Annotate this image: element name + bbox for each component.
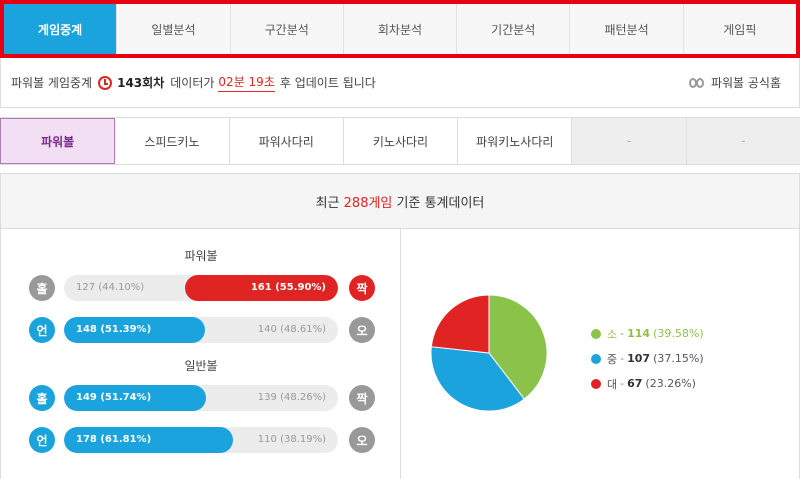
legend-item: 중 -107 (37.15%): [591, 346, 704, 371]
game-tab-1[interactable]: 스피드키노: [115, 118, 230, 164]
game-tab-6: -: [686, 118, 800, 164]
main-nav-frame: 게임중계 일별분석 구간분석 회차분석 기간분석 패턴분석 게임픽: [0, 0, 800, 58]
right-count: 140 (48.61%): [257, 324, 326, 335]
countdown-timer: 02분 19초: [218, 73, 275, 92]
right-badge: 오: [349, 427, 375, 453]
legend-percent: (23.26%): [645, 377, 696, 390]
game-type-tabs: 파워볼 스피드키노 파워사다리 키노사다리 파워키노사다리 - -: [0, 117, 800, 165]
legend-label: 중: [607, 352, 618, 366]
legend-dot-icon: [591, 353, 601, 364]
left-count: 148 (51.39%): [76, 324, 152, 335]
game-tab-0[interactable]: 파워볼: [0, 118, 116, 164]
left-badge: 홀: [29, 275, 55, 301]
legend-count: 114: [627, 327, 651, 340]
legend-item: 소 -114 (39.58%): [591, 321, 704, 346]
clock-icon: [98, 75, 113, 90]
game-tab-5: -: [572, 118, 687, 164]
left-count: 149 (51.74%): [76, 392, 152, 403]
game-tab-3[interactable]: 키노사다리: [343, 118, 459, 164]
game-tab-4[interactable]: 파워키노사다리: [458, 118, 573, 164]
stat-row: 홀 127 (44.10%) 161 (55.90%) 짝: [29, 275, 375, 301]
official-site-label: 파워볼 공식홈: [710, 76, 781, 90]
ratio-bar: 127 (44.10%) 161 (55.90%): [64, 275, 338, 301]
size-pie-chart: [430, 294, 548, 412]
official-site-link[interactable]: 파워볼 공식홈: [688, 74, 781, 91]
nav-tab-1[interactable]: 일별분석: [117, 4, 231, 54]
left-badge: 홀: [29, 385, 55, 411]
stats-game-count: 288게임: [343, 195, 393, 211]
main-nav: 게임중계 일별분석 구간분석 회차분석 기간분석 패턴분석 게임픽: [4, 4, 796, 54]
nav-tab-2[interactable]: 구간분석: [230, 4, 344, 54]
pie-slice-2: [430, 294, 490, 354]
legend-separator: -: [620, 377, 625, 390]
legend-dot-icon: [591, 378, 601, 389]
legend-label: 대: [607, 377, 618, 391]
odd-even-stats: 파워볼 홀 127 (44.10%) 161 (55.90%) 짝 언 148 (51.39…: [1, 229, 401, 479]
ratio-bar: 148 (51.39%) 140 (48.61%): [64, 317, 338, 343]
powerball-logo-icon: [688, 76, 707, 90]
legend-percent: (37.15%): [653, 352, 704, 365]
info-mid: 데이터가: [170, 76, 215, 90]
nav-tab-3[interactable]: 회차분석: [343, 4, 458, 54]
game-tab-2[interactable]: 파워사다리: [229, 118, 344, 164]
legend-item: 대 -67 (23.26%): [591, 371, 704, 396]
legend-separator: -: [620, 327, 625, 340]
right-count: 110 (38.19%): [257, 434, 326, 445]
nav-tab-4[interactable]: 기간분석: [457, 4, 571, 54]
left-count: 178 (61.81%): [76, 434, 152, 445]
stat-row: 언 178 (61.81%) 110 (38.19%) 오: [29, 427, 375, 453]
ratio-bar: 178 (61.81%) 110 (38.19%): [64, 427, 338, 453]
left-badge: 언: [29, 427, 55, 453]
left-badge: 언: [29, 317, 55, 343]
size-stats: 소 -114 (39.58%) 중 -107 (37.15%) 대 -67 (23.26%): [401, 229, 800, 479]
round-number: 143회차: [117, 76, 165, 90]
live-info-bar: 파워볼 게임중계 143회차 데이터가 02분 19초 후 업데이트 됩니다 파…: [0, 58, 800, 108]
nav-tab-0[interactable]: 게임중계: [4, 4, 118, 54]
stat-row: 언 148 (51.39%) 140 (48.61%) 오: [29, 317, 375, 343]
right-count: 161 (55.90%): [250, 282, 326, 293]
info-suffix: 후 업데이트 됩니다: [279, 76, 376, 90]
legend-count: 67: [627, 377, 643, 390]
ratio-bar: 149 (51.74%) 139 (48.26%): [64, 385, 338, 411]
left-count: 127 (44.10%): [76, 282, 145, 293]
legend-percent: (39.58%): [653, 327, 704, 340]
legend-count: 107: [627, 352, 651, 365]
pie-legend: 소 -114 (39.58%) 중 -107 (37.15%) 대 -67 (23.26%): [591, 321, 704, 396]
section-title: 일반볼: [184, 359, 218, 373]
legend-label: 소: [607, 327, 618, 341]
stat-row: 홀 149 (51.74%) 139 (48.26%) 짝: [29, 385, 375, 411]
section-title: 파워볼: [184, 249, 218, 263]
info-prefix: 파워볼 게임중계: [11, 76, 93, 90]
stats-suffix: 기준 통계데이터: [396, 195, 485, 211]
right-badge: 오: [349, 317, 375, 343]
stats-body: 파워볼 홀 127 (44.10%) 161 (55.90%) 짝 언 148 (51.39…: [0, 229, 800, 479]
stats-header: 최근 288게임 기준 통계데이터: [0, 173, 800, 229]
nav-tab-6[interactable]: 게임픽: [683, 4, 796, 54]
stats-prefix: 최근: [315, 195, 340, 211]
right-count: 139 (48.26%): [257, 392, 326, 403]
right-badge: 짝: [349, 275, 375, 301]
legend-dot-icon: [591, 328, 601, 339]
nav-tab-5[interactable]: 패턴분석: [570, 4, 684, 54]
right-badge: 짝: [349, 385, 375, 411]
legend-separator: -: [620, 352, 625, 365]
